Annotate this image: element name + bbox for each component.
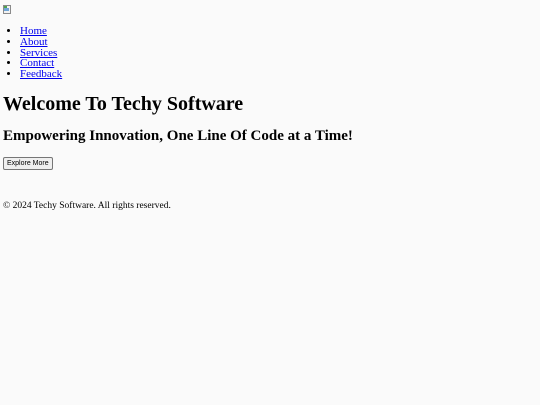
page: Home About Services Contact Feedback Wel… [0,0,540,405]
page-title: Welcome To Techy Software [3,93,244,115]
page-subtitle: Empowering Innovation, One Line Of Code … [3,128,353,144]
footer-copyright: © 2024 Techy Software. All rights reserv… [3,201,171,211]
broken-image-icon [3,5,11,14]
explore-more-button[interactable]: Explore More [3,157,53,170]
main-nav: Home About Services Contact Feedback [0,26,62,80]
nav-item-feedback: Feedback [20,69,62,80]
nav-link-feedback[interactable]: Feedback [20,68,62,80]
